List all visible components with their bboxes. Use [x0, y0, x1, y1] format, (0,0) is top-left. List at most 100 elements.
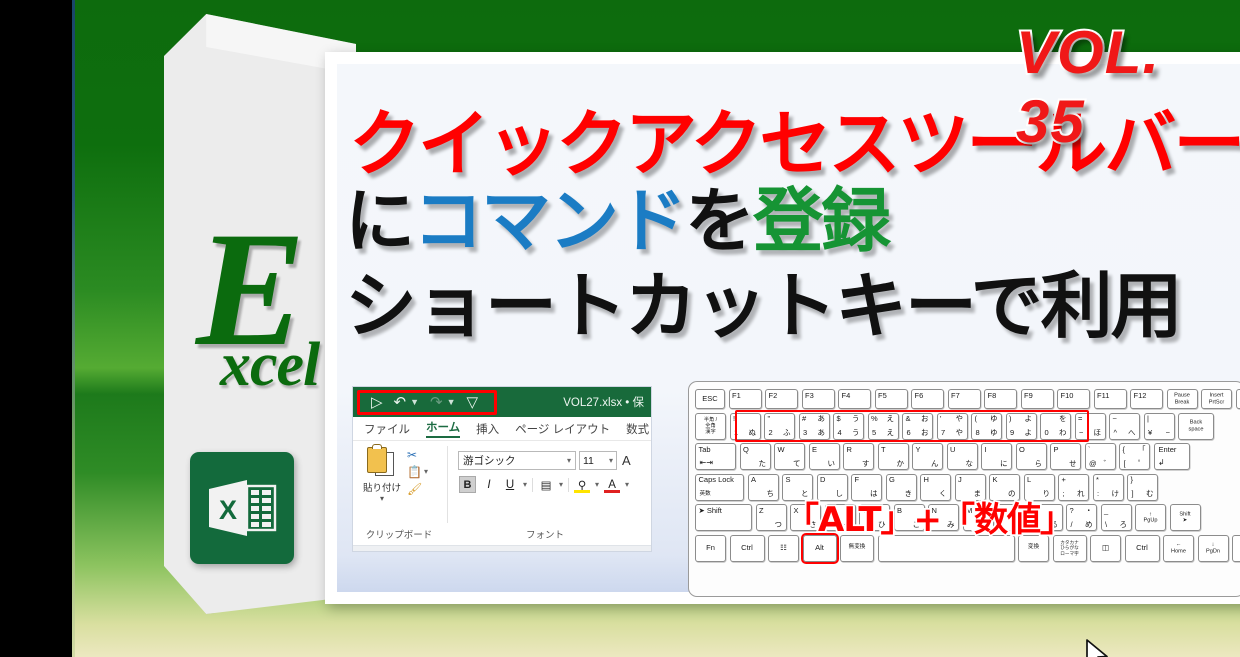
underline-caret-icon[interactable]: ▾ — [523, 480, 527, 489]
font-size-combobox[interactable]: 11 ▾ — [579, 451, 617, 470]
copy-button[interactable]: 📋 ▾ — [407, 463, 443, 480]
key-arrow-up-pgup[interactable]: ↑ PgUp — [1135, 504, 1166, 531]
key-bracket-right[interactable]: }] む — [1127, 473, 1158, 501]
key-caret[interactable]: ~ ^ へ — [1109, 412, 1140, 440]
key-f2[interactable]: F2 — [765, 389, 798, 409]
key-f11[interactable]: F11 — [1093, 389, 1127, 409]
key-alt[interactable]: Alt — [800, 532, 839, 564]
key-bracket-left[interactable]: {[「゜ — [1119, 443, 1150, 470]
key-0[interactable]: 0をわ — [1040, 412, 1071, 440]
key-v[interactable]: Vひ — [859, 504, 890, 531]
chevron-down-icon[interactable]: ▾ — [359, 494, 405, 503]
key-fn[interactable]: Fn — [695, 534, 726, 562]
tab-file[interactable]: ファイル — [364, 421, 410, 437]
key-s[interactable]: Sと — [782, 473, 813, 501]
key-h[interactable]: Hく — [920, 473, 951, 501]
key-muhenkan[interactable]: 無変換 — [840, 534, 874, 562]
undo-caret-icon[interactable]: ▼ — [410, 397, 419, 407]
key-f8[interactable]: F8 — [984, 389, 1017, 409]
key-x[interactable]: Xさ — [790, 504, 821, 531]
key-o[interactable]: Oら — [1015, 443, 1047, 470]
key-l[interactable]: Lり — [1023, 473, 1055, 501]
key-d[interactable]: Dし — [816, 473, 848, 501]
key-backspace[interactable]: Back space — [1178, 412, 1214, 440]
key-shift-left[interactable]: ➤ Shift — [695, 504, 752, 531]
key-hankaku-zenkaku[interactable]: 半角 / 全角 漢字 — [695, 412, 726, 440]
key-k[interactable]: Kの — [989, 473, 1020, 501]
key-n[interactable]: Nみ — [928, 504, 959, 531]
tab-home[interactable]: ホーム — [426, 419, 461, 438]
cut-button[interactable]: ✂ — [407, 446, 443, 463]
key-7[interactable]: ' 7 やや — [936, 412, 968, 440]
key-katakana-hiragana-romaji[interactable]: カタカナ ひらがな ローマ字 — [1052, 534, 1087, 562]
key-5[interactable]: % 5 ええ — [867, 412, 899, 440]
key-shift-right[interactable]: Shift ➤ — [1169, 504, 1201, 531]
key-f3[interactable]: F3 — [801, 389, 835, 409]
key-delete-sysrq[interactable]: DeleteSysRq — [1235, 389, 1240, 409]
key-windows[interactable]: ☷ — [768, 534, 799, 562]
key-c[interactable]: Cそ — [824, 504, 856, 531]
font-color-icon[interactable]: A — [604, 476, 621, 493]
key-f1[interactable]: F1 — [728, 389, 762, 409]
key-2[interactable]: " 2 ふ — [764, 412, 795, 440]
key-f6[interactable]: F6 — [911, 389, 944, 409]
excel-ribbon-tabs[interactable]: ファイル ホーム 挿入 ページ レイアウト 数式 — [353, 417, 651, 441]
key-yen[interactable]: | ¥ − — [1143, 412, 1175, 440]
key-z[interactable]: Zつ — [755, 504, 787, 531]
key-f4[interactable]: F4 — [838, 389, 871, 409]
key-4[interactable]: $4 うう — [833, 412, 864, 440]
key-pause-break[interactable]: Pause Break — [1166, 389, 1198, 409]
key-arrow-right-end[interactable]: →End — [1232, 534, 1240, 562]
key-y[interactable]: Yん — [912, 443, 943, 470]
key-f9[interactable]: F9 — [1020, 389, 1054, 409]
key-ctrl-left[interactable]: Ctrl — [729, 534, 765, 562]
key-arrow-down-pgdn[interactable]: ↓ PgDn — [1197, 534, 1229, 562]
key-r[interactable]: Rす — [843, 443, 874, 470]
key-f[interactable]: Fは — [851, 473, 882, 501]
bold-button[interactable]: B — [459, 476, 476, 493]
chevron-down-icon[interactable]: ▾ — [609, 456, 613, 465]
paste-button[interactable]: 貼り付け ▾ — [359, 444, 405, 503]
key-9[interactable]: ) 9 よよ — [1005, 412, 1037, 440]
key-minus[interactable]: = − ほ — [1074, 412, 1106, 440]
fill-caret-icon[interactable]: ▾ — [595, 480, 599, 489]
tab-formulas[interactable]: 数式 — [626, 421, 649, 437]
copy-caret-icon[interactable]: ▾ — [424, 467, 428, 476]
key-t[interactable]: Tか — [877, 443, 909, 470]
key-colon[interactable]: *: け — [1092, 473, 1124, 501]
chevron-down-icon[interactable]: ▾ — [567, 456, 571, 465]
key-caps-lock[interactable]: Caps Lock 英数 — [695, 473, 744, 501]
key-e[interactable]: Eい — [808, 443, 840, 470]
key-esc[interactable]: ESC — [695, 389, 725, 409]
increase-font-size-button[interactable]: A — [622, 453, 631, 468]
key-6[interactable]: & 6 おお — [902, 412, 933, 440]
format-painter-button[interactable]: 🖌 — [407, 480, 443, 497]
underline-button[interactable]: U — [502, 476, 518, 493]
borders-caret-icon[interactable]: ▾ — [559, 480, 563, 489]
key-3[interactable]: #3 ああ — [798, 412, 830, 440]
key-insert-prtscr[interactable]: Insert PrtScr — [1201, 389, 1232, 409]
key-1[interactable]: ! 1 ぬ — [729, 412, 761, 440]
key-ctrl-right[interactable]: Ctrl — [1124, 534, 1160, 562]
key-comma[interactable]: <,、ね — [997, 504, 1028, 531]
key-f7[interactable]: F7 — [947, 389, 981, 409]
key-f10[interactable]: F10 — [1057, 389, 1090, 409]
key-i[interactable]: Iに — [981, 443, 1012, 470]
key-m[interactable]: Mも — [962, 504, 994, 531]
undo-icon[interactable]: ↶ — [394, 395, 407, 410]
key-arrow-left-home[interactable]: ← Home — [1163, 534, 1194, 562]
key-henkan[interactable]: 変換 — [1018, 534, 1049, 562]
cursor-select-icon[interactable]: ▷ — [371, 395, 383, 410]
borders-icon[interactable]: ▤ — [538, 476, 554, 493]
key-a[interactable]: Aち — [747, 473, 779, 501]
quick-access-toolbar[interactable]: ▷ ↶ ▼ ↷ ▼ ▽ — [362, 390, 487, 414]
key-g[interactable]: Gき — [885, 473, 917, 501]
tab-page-layout[interactable]: ページ レイアウト — [515, 421, 610, 437]
redo-caret-icon[interactable]: ▼ — [447, 397, 456, 407]
italic-button[interactable]: I — [481, 476, 497, 493]
key-slash[interactable]: ? / ・め — [1066, 504, 1097, 531]
key-enter[interactable]: Enter ↲ — [1153, 443, 1190, 470]
tab-insert[interactable]: 挿入 — [476, 421, 499, 437]
customize-qat-icon[interactable]: ▽ — [467, 395, 479, 410]
key-j[interactable]: Jま — [954, 473, 986, 501]
